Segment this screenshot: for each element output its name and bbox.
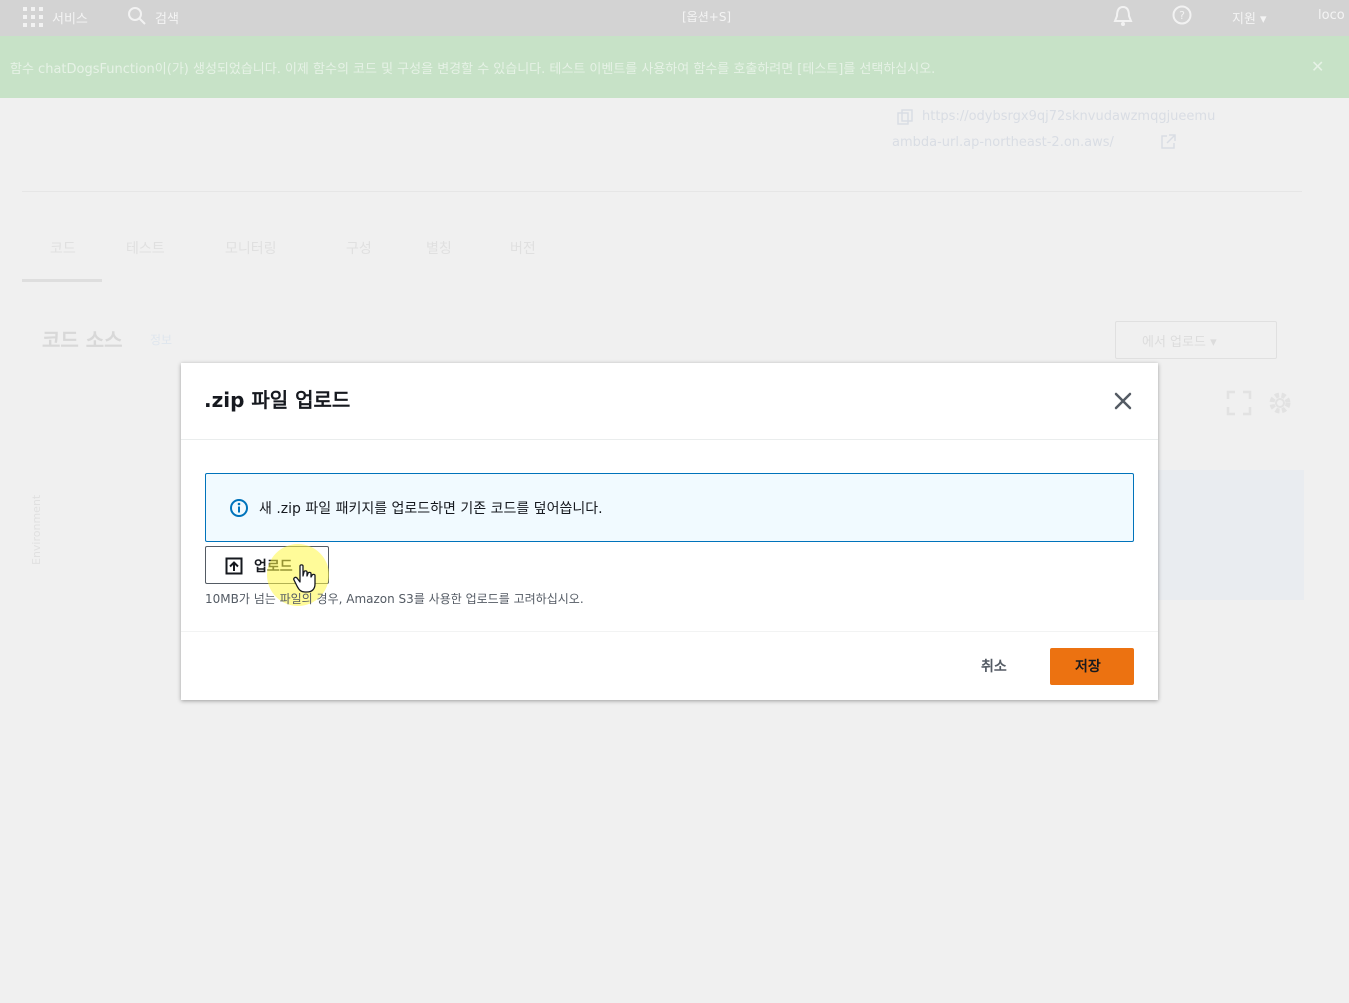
tab-versions[interactable]: 버전 bbox=[510, 238, 536, 258]
copy-icon[interactable] bbox=[897, 109, 913, 125]
modal-header: .zip 파일 업로드 bbox=[181, 363, 1158, 440]
search-input[interactable]: 검색 bbox=[155, 8, 179, 27]
tab-monitoring[interactable]: 모니터링 bbox=[225, 238, 277, 258]
function-url-line1[interactable]: https://odybsrgx9qj72sknvudawzmqgjueemu bbox=[922, 109, 1215, 124]
close-icon[interactable] bbox=[1112, 390, 1134, 412]
code-source-title: 코드 소스 bbox=[42, 328, 123, 352]
cancel-button-label: 취소 bbox=[981, 659, 1007, 675]
code-source-info-link[interactable]: 정보 bbox=[150, 331, 172, 348]
upload-from-label: 에서 업로드 ▾ bbox=[1142, 335, 1217, 350]
banner-message: 함수 chatDogsFunction이(가) 생성되었습니다. 이제 함수의 … bbox=[10, 62, 936, 77]
section-divider bbox=[22, 191, 1302, 192]
search-icon bbox=[128, 7, 146, 25]
upload-size-hint: 10MB가 넘는 파일의 경우, Amazon S3를 사용한 업로드를 고려하… bbox=[205, 592, 584, 606]
alert-message: 새 .zip 파일 패키지를 업로드하면 기존 코드를 덮어씁니다. bbox=[259, 501, 603, 517]
success-banner: 함수 chatDogsFunction이(가) 생성되었습니다. 이제 함수의 … bbox=[0, 36, 1349, 98]
environment-side-label[interactable]: Environment bbox=[30, 495, 43, 565]
tab-test[interactable]: 테스트 bbox=[126, 238, 165, 258]
account-menu[interactable]: loco bbox=[1318, 8, 1345, 23]
active-tab-indicator bbox=[22, 279, 102, 282]
cancel-button[interactable]: 취소 bbox=[966, 648, 1030, 684]
function-url-line2[interactable]: ambda-url.ap-northeast-2.on.aws/ bbox=[892, 135, 1114, 150]
apps-grid-icon[interactable] bbox=[22, 6, 44, 28]
info-icon bbox=[230, 499, 248, 517]
tab-aliases[interactable]: 별칭 bbox=[426, 238, 452, 258]
gear-icon[interactable] bbox=[1266, 389, 1294, 417]
external-link-icon bbox=[1161, 134, 1176, 149]
banner-close-icon[interactable]: ✕ bbox=[1311, 57, 1324, 76]
top-navigation: 서비스 검색 [옵션+S] ? 지원 ▾ loco bbox=[0, 0, 1349, 36]
modal-footer-divider bbox=[181, 631, 1158, 632]
help-icon[interactable]: ? bbox=[1171, 4, 1193, 26]
support-menu[interactable]: 지원 ▾ bbox=[1232, 8, 1267, 27]
tab-code[interactable]: 코드 bbox=[50, 238, 76, 258]
search-shortcut-hint: [옵션+S] bbox=[682, 10, 732, 24]
info-alert: 새 .zip 파일 패키지를 업로드하면 기존 코드를 덮어씁니다. bbox=[205, 473, 1134, 542]
services-menu[interactable]: 서비스 bbox=[52, 8, 88, 27]
svg-text:?: ? bbox=[1179, 9, 1185, 22]
save-button[interactable]: 저장 bbox=[1050, 648, 1134, 685]
tab-configuration[interactable]: 구성 bbox=[346, 238, 372, 258]
bell-icon[interactable] bbox=[1112, 4, 1134, 28]
upload-icon bbox=[225, 557, 243, 575]
upload-from-dropdown[interactable]: 에서 업로드 ▾ bbox=[1115, 321, 1277, 359]
fullscreen-icon[interactable] bbox=[1226, 390, 1252, 416]
modal-title: .zip 파일 업로드 bbox=[204, 388, 351, 412]
save-button-label: 저장 bbox=[1075, 659, 1101, 675]
upload-zip-modal: .zip 파일 업로드 새 .zip 파일 패키지를 업로드하면 기존 코드를 … bbox=[181, 363, 1158, 700]
